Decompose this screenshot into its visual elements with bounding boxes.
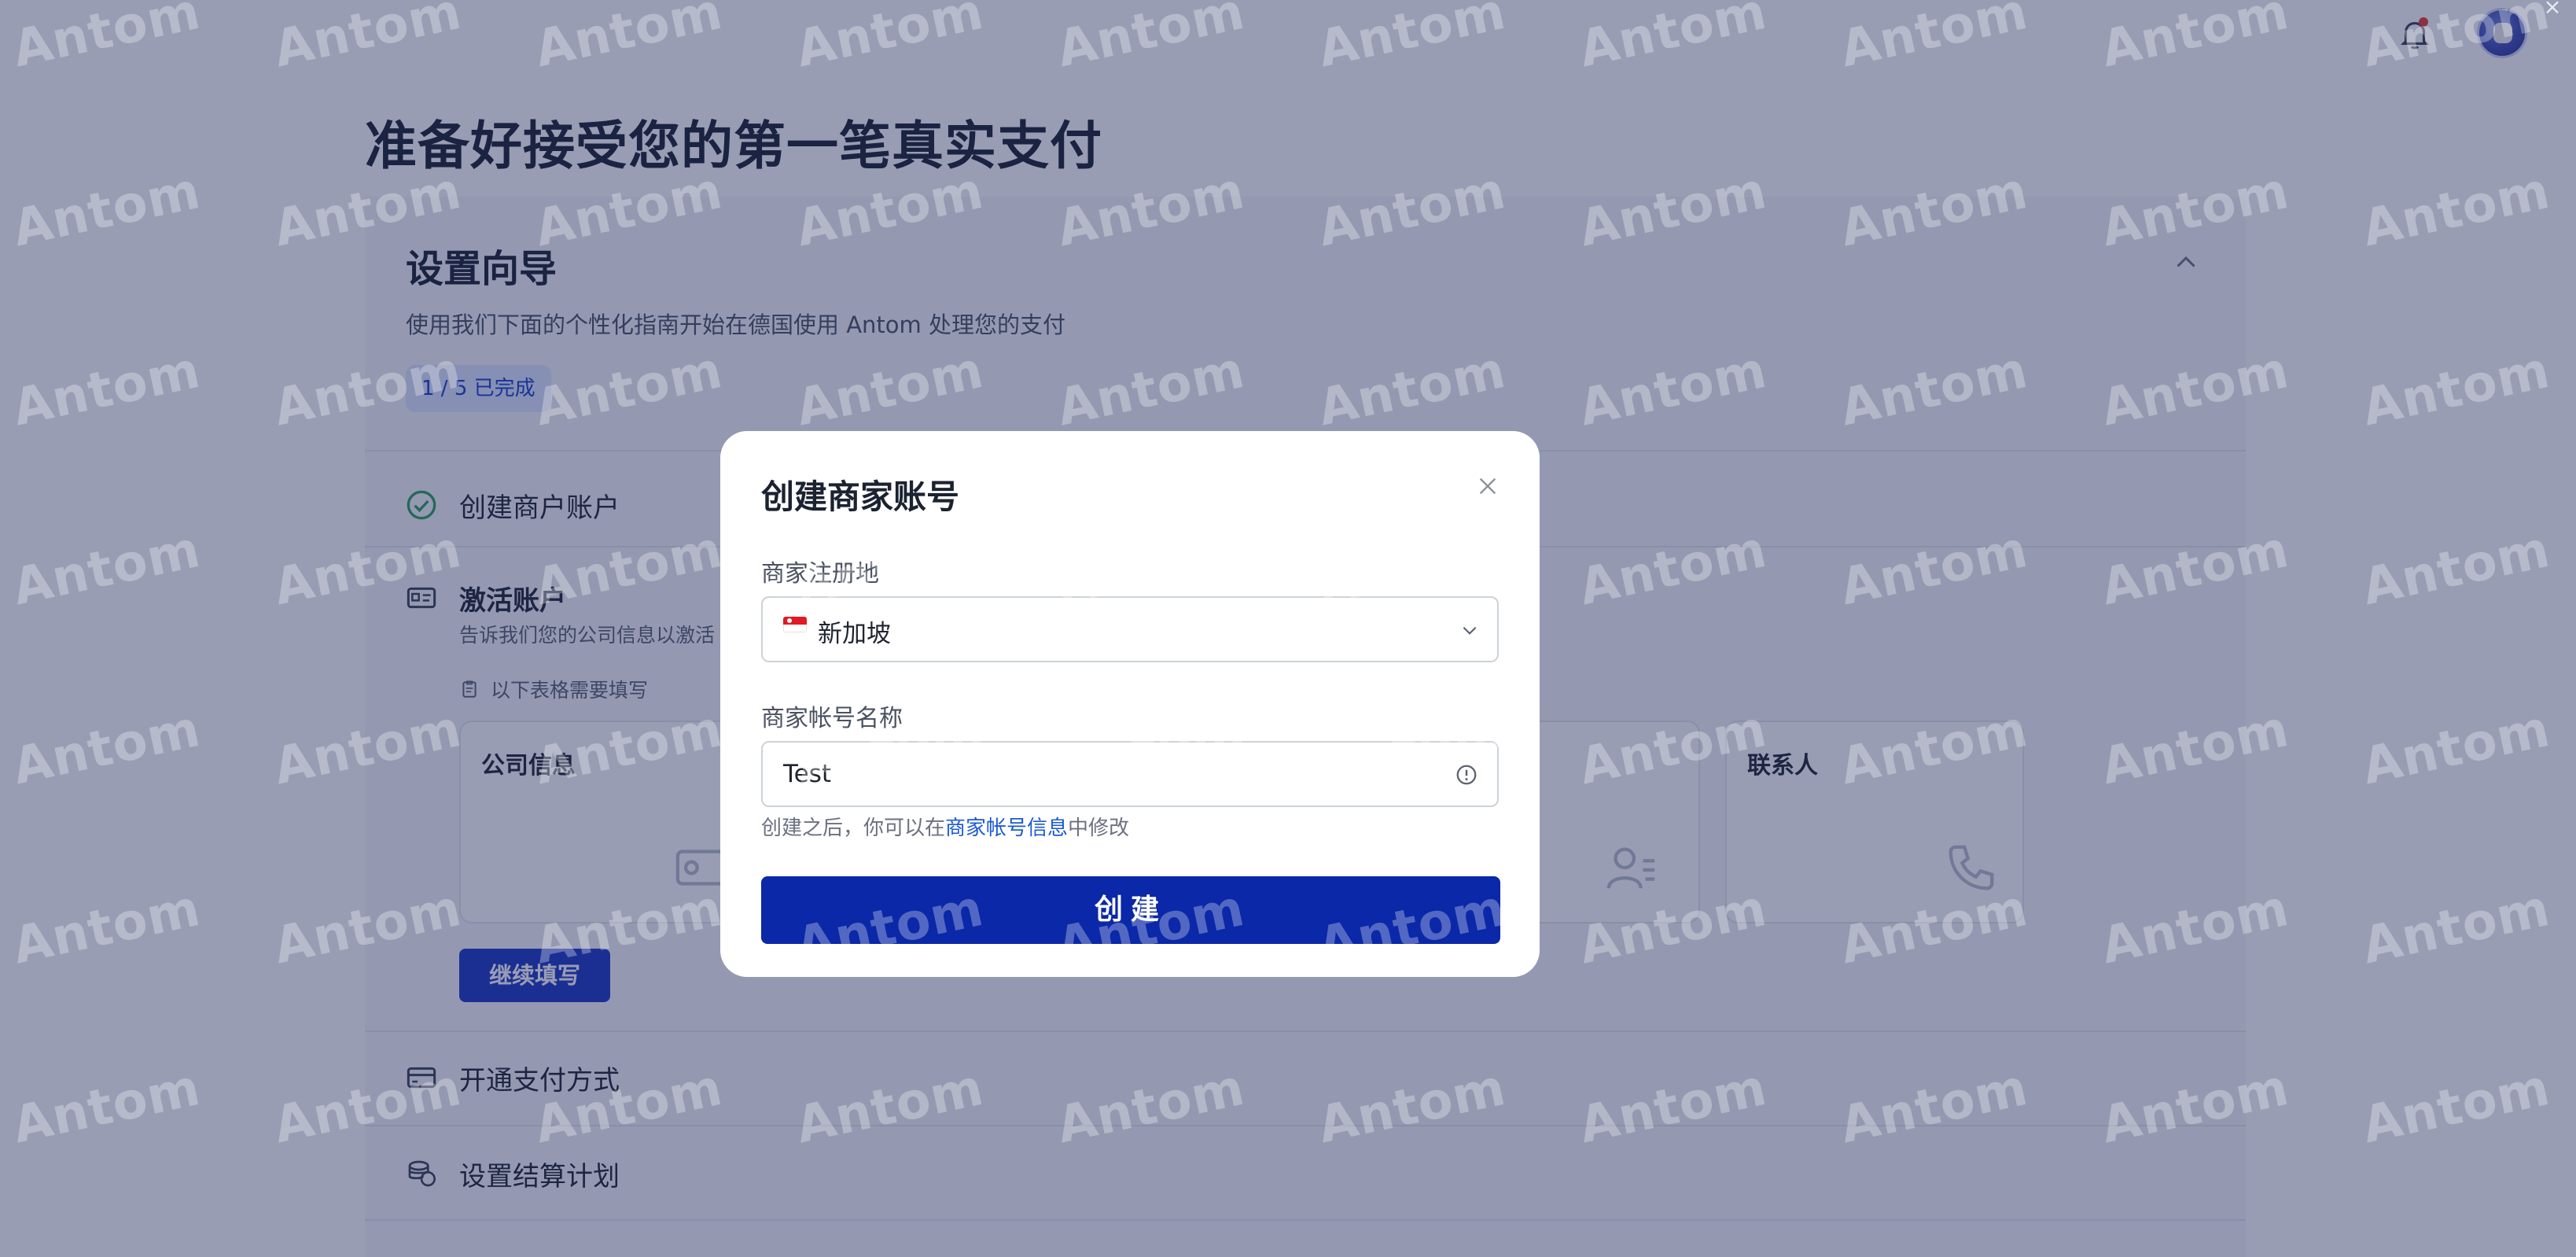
app-root: 准备好接受您的第一笔真实支付 设置向导 使用我们下面的个性化指南开始在德国使用 … xyxy=(0,0,2576,1257)
region-label: 商家注册地 xyxy=(761,560,879,588)
hint-prefix: 创建之后，你可以在 xyxy=(761,816,946,840)
region-select[interactable]: 新加坡 xyxy=(761,596,1499,662)
modal-title: 创建商家账号 xyxy=(761,477,960,516)
merchant-name-label: 商家帐号名称 xyxy=(761,705,903,732)
merchant-name-value: Test xyxy=(783,760,832,788)
create-button[interactable]: 创建 xyxy=(761,876,1500,944)
merchant-info-link[interactable]: 商家帐号信息 xyxy=(945,816,1068,840)
edit-hint: 创建之后，你可以在商家帐号信息中修改 xyxy=(761,812,1129,841)
close-icon[interactable] xyxy=(1475,474,1500,499)
singapore-flag-icon xyxy=(783,617,807,632)
merchant-name-input[interactable]: Test xyxy=(761,741,1499,807)
close-icon[interactable] xyxy=(2537,0,2568,22)
create-merchant-modal: 创建商家账号 商家注册地 新加坡 商家帐号名称 Test 创建之后，你可以在商家… xyxy=(720,431,1540,977)
info-icon[interactable] xyxy=(1455,763,1478,787)
hint-suffix: 中修改 xyxy=(1068,816,1130,840)
chevron-down-icon xyxy=(1463,626,1477,635)
region-value: 新加坡 xyxy=(818,620,891,648)
